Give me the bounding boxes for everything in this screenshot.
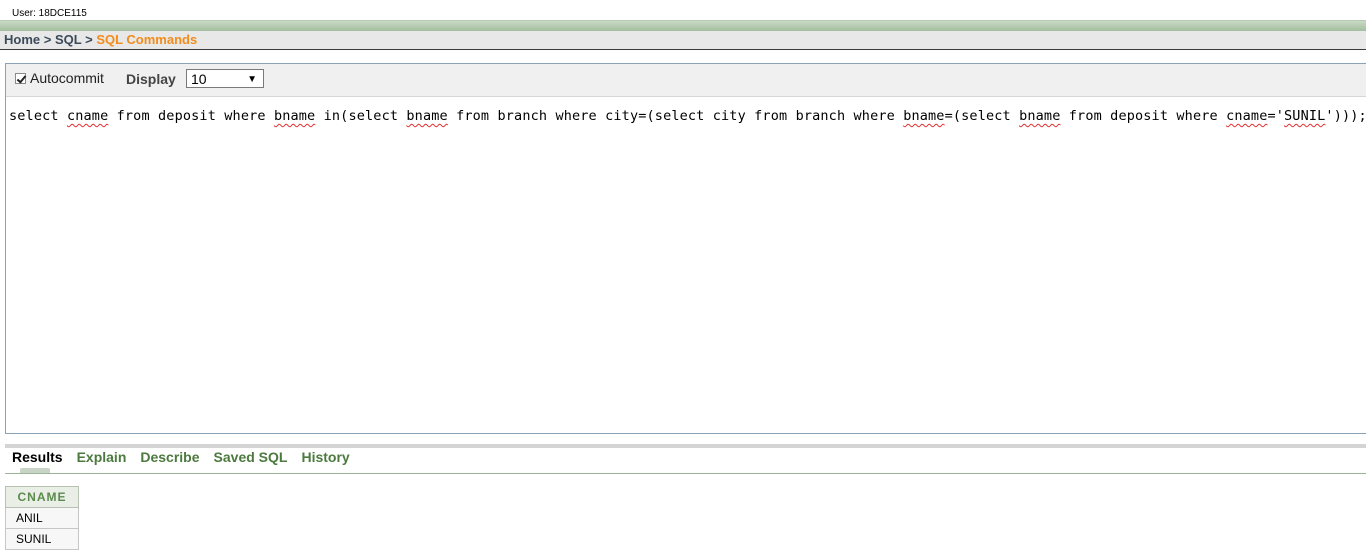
results-body: ANIL SUNIL xyxy=(5,507,79,550)
table-row: ANIL xyxy=(5,507,79,529)
dropdown-arrow-icon: ▼ xyxy=(247,74,257,85)
misspelled-word: bname xyxy=(903,108,945,124)
editor-toolbar: Autocommit Display 10 ▼ xyxy=(6,64,1366,97)
sql-command-text: select cname from deposit where bname in… xyxy=(9,108,1366,124)
tabs-underline xyxy=(5,473,1366,474)
autocommit-toggle[interactable]: Autocommit xyxy=(15,70,104,86)
table-cell: ANIL xyxy=(5,507,79,529)
sql-command-textarea[interactable]: select cname from deposit where bname in… xyxy=(9,108,1366,124)
breadcrumb-separator: > xyxy=(43,32,52,47)
results-divider[interactable] xyxy=(5,444,1366,448)
misspelled-word: bname xyxy=(1019,108,1061,124)
tab-history[interactable]: History xyxy=(301,449,349,465)
tab-describe[interactable]: Describe xyxy=(140,449,199,465)
tab-explain[interactable]: Explain xyxy=(77,449,127,465)
breadcrumb-current: SQL Commands xyxy=(96,32,198,47)
user-label: User: 18DCE115 xyxy=(12,8,87,19)
results-table: CNAME ANIL SUNIL xyxy=(5,486,79,550)
tab-results[interactable]: Results xyxy=(12,449,63,465)
tab-saved-sql[interactable]: Saved SQL xyxy=(214,449,288,465)
display-rows-value: 10 xyxy=(191,71,207,87)
autocommit-checkbox[interactable] xyxy=(15,72,26,84)
results-tabs: Results Explain Describe Saved SQL History xyxy=(12,449,350,465)
results-header-row: CNAME xyxy=(5,486,79,508)
table-row: SUNIL xyxy=(5,528,79,550)
column-header[interactable]: CNAME xyxy=(5,486,79,508)
display-rows-select[interactable]: 10 ▼ xyxy=(186,69,264,88)
breadcrumb-sql[interactable]: SQL xyxy=(55,32,82,47)
misspelled-word: SUNIL xyxy=(1284,108,1326,124)
misspelled-word: bname xyxy=(273,108,316,124)
display-label: Display xyxy=(126,71,176,87)
misspelled-word: bname xyxy=(406,108,448,124)
misspelled-word: cname xyxy=(1226,108,1268,124)
breadcrumb-home[interactable]: Home xyxy=(4,32,40,47)
breadcrumb: Home > SQL > SQL Commands xyxy=(0,31,1366,50)
top-bar: User: 18DCE115 xyxy=(0,0,1366,20)
misspelled-word: cname xyxy=(66,108,109,124)
breadcrumb-separator: > xyxy=(85,32,93,47)
autocommit-label: Autocommit xyxy=(30,70,104,86)
sql-editor-panel: Autocommit Display 10 ▼ select cname fro… xyxy=(5,63,1366,434)
table-cell: SUNIL xyxy=(5,528,79,550)
